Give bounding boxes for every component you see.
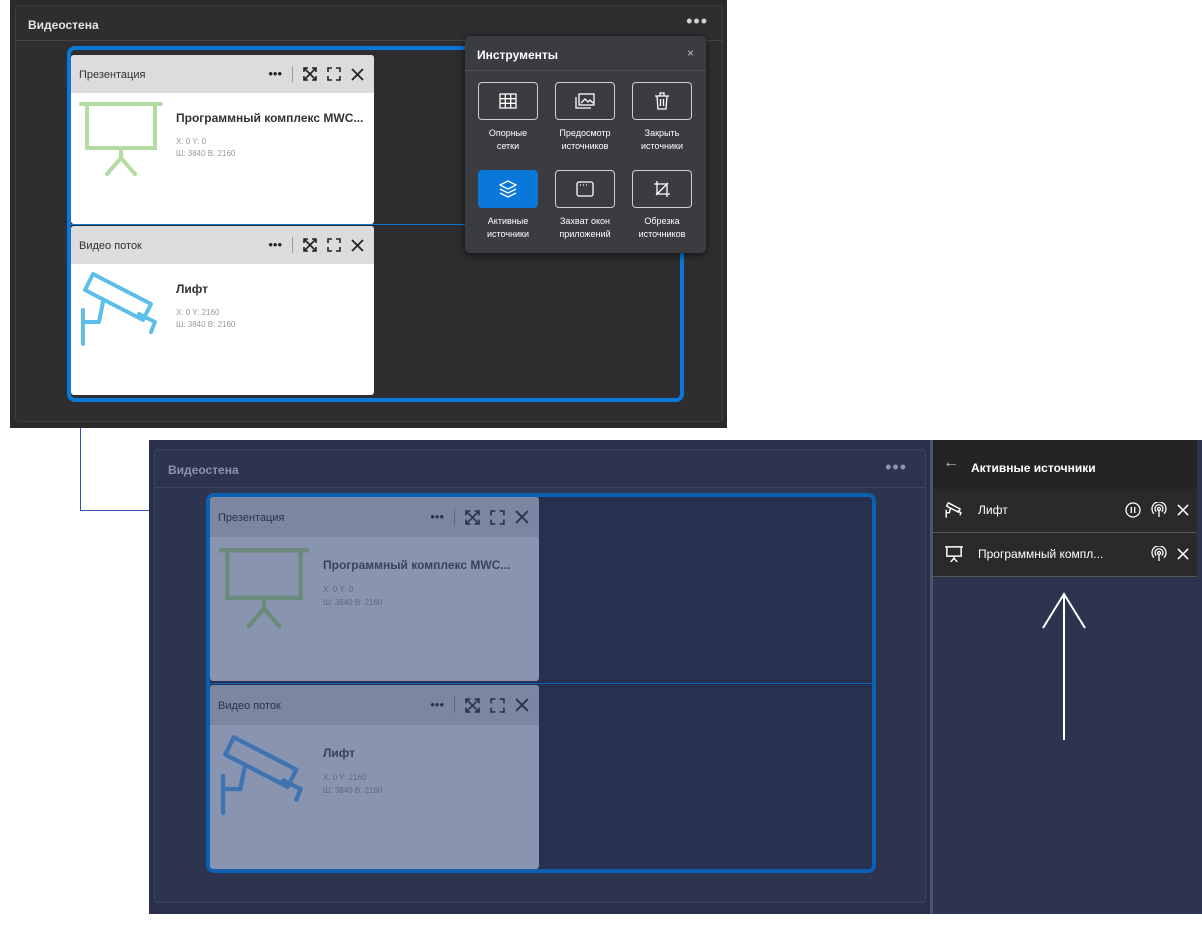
- divider: [454, 509, 455, 525]
- videowall-canvas[interactable]: Презентация ••• Программный комплекс MWC…: [206, 493, 876, 873]
- tool-label: Захват окон приложений: [559, 216, 611, 239]
- pause-icon[interactable]: [1125, 502, 1141, 518]
- layers-icon[interactable]: [478, 170, 538, 208]
- card-header[interactable]: Презентация •••: [71, 55, 374, 93]
- card-title: Программный комплекс MWC...: [323, 558, 511, 572]
- card-menu-button[interactable]: •••: [430, 698, 444, 711]
- tool-label: Предосмотр источников: [559, 128, 611, 151]
- card-position: X: 0 Y: 2160: [323, 773, 367, 782]
- source-card-video-stream[interactable]: Видео поток ••• Лифт X: 0 Y: 2160 Ш: 384…: [71, 226, 374, 395]
- tool-label: Активные источники: [486, 216, 529, 239]
- tools-popup: Инструменты × Опорные сетки Предосмотр и…: [465, 36, 706, 253]
- divider: [454, 697, 455, 713]
- close-icon[interactable]: [515, 698, 529, 712]
- active-sources-title: Активные источники: [971, 461, 1096, 475]
- card-title: Программный комплекс MWC...: [176, 111, 364, 125]
- card-menu-button[interactable]: •••: [268, 67, 282, 80]
- card-position: X: 0 Y: 0: [323, 585, 354, 594]
- card-size: Ш: 3840 В: 2160: [176, 320, 236, 329]
- card-header[interactable]: Видео поток •••: [210, 685, 539, 725]
- fullscreen-icon[interactable]: [490, 509, 505, 525]
- grid-line: [210, 683, 872, 684]
- videowall-menu-button[interactable]: •••: [885, 458, 907, 476]
- active-sources-header: ← Активные источники: [933, 440, 1197, 489]
- source-card-video-stream[interactable]: Видео поток ••• Лифт X: 0 Y: 2160 Ш: 384…: [210, 685, 539, 869]
- close-icon[interactable]: [351, 67, 364, 81]
- cctv-camera-icon: [945, 502, 963, 518]
- tool-label: Обрезка источников: [638, 216, 686, 239]
- card-header[interactable]: Презентация •••: [210, 497, 539, 537]
- videowall-title: Видеостена: [28, 18, 99, 32]
- close-icon[interactable]: [1177, 504, 1189, 516]
- broadcast-icon[interactable]: [1151, 502, 1167, 518]
- card-size: Ш: 3840 В: 2160: [176, 149, 236, 158]
- divider: [155, 487, 925, 488]
- divider: [292, 237, 293, 253]
- tool-label: Закрыть источники: [640, 128, 683, 151]
- close-icon[interactable]: [515, 510, 529, 524]
- card-header-label: Видео поток: [218, 700, 281, 712]
- card-header-label: Презентация: [218, 512, 285, 524]
- tool-grid[interactable]: Опорные сетки: [478, 82, 538, 153]
- active-source-item[interactable]: Лифт: [933, 489, 1197, 533]
- trash-icon[interactable]: [632, 82, 692, 120]
- videowall-title: Видеостена: [168, 463, 239, 477]
- cctv-camera-icon: [218, 733, 310, 817]
- card-header-label: Видео поток: [79, 240, 142, 252]
- tools-close-button[interactable]: ×: [687, 46, 694, 60]
- card-position: X: 0 Y: 0: [176, 137, 207, 146]
- divider: [292, 66, 293, 82]
- broadcast-icon[interactable]: [1151, 546, 1167, 562]
- fullscreen-icon[interactable]: [490, 697, 505, 713]
- tool-label: Опорные сетки: [488, 128, 528, 151]
- source-card-presentation[interactable]: Презентация ••• Программный комплекс MWC…: [210, 497, 539, 681]
- back-arrow-icon[interactable]: ←: [943, 454, 959, 472]
- tool-crop[interactable]: Обрезка источников: [632, 170, 692, 241]
- tool-preview[interactable]: Предосмотр источников: [555, 82, 615, 153]
- grid-icon[interactable]: [478, 82, 538, 120]
- tool-close-sources[interactable]: Закрыть источники: [632, 82, 692, 153]
- card-header[interactable]: Видео поток •••: [71, 226, 374, 264]
- top-screenshot: Видеостена ••• Презентация ••• Программн…: [10, 0, 727, 428]
- close-icon[interactable]: [1177, 548, 1189, 560]
- card-header-label: Презентация: [79, 69, 146, 81]
- card-size: Ш: 3840 В: 2160: [323, 598, 383, 607]
- divider: [465, 70, 706, 71]
- presentation-icon: [79, 100, 163, 176]
- expand-icon[interactable]: [303, 238, 317, 252]
- card-title: Лифт: [323, 746, 356, 760]
- active-source-name: Лифт: [978, 503, 1008, 517]
- gallery-icon[interactable]: [555, 82, 615, 120]
- active-source-name: Программный компл...: [978, 547, 1104, 561]
- tool-window-capture[interactable]: Захват окон приложений: [555, 170, 615, 241]
- close-icon[interactable]: [351, 238, 364, 252]
- videowall-panel: Видеостена ••• Презентация ••• Программн…: [154, 449, 926, 903]
- card-menu-button[interactable]: •••: [430, 510, 444, 523]
- card-position: X: 0 Y: 2160: [176, 308, 220, 317]
- active-source-item[interactable]: Программный компл...: [933, 533, 1197, 577]
- expand-icon[interactable]: [465, 509, 480, 525]
- tools-title: Инструменты: [477, 48, 559, 62]
- tool-active-sources[interactable]: Активные источники: [478, 170, 538, 241]
- expand-icon[interactable]: [303, 67, 317, 81]
- source-card-presentation[interactable]: Презентация ••• Программный комплекс MWC…: [71, 55, 374, 224]
- annotation-arrow-icon: [1040, 590, 1090, 742]
- card-size: Ш: 3840 В: 2160: [323, 786, 383, 795]
- crop-icon[interactable]: [632, 170, 692, 208]
- cctv-camera-icon: [79, 270, 163, 348]
- connector-line: [80, 510, 150, 511]
- window-icon[interactable]: [555, 170, 615, 208]
- expand-icon[interactable]: [465, 697, 480, 713]
- connector-line: [80, 428, 81, 510]
- card-title: Лифт: [176, 282, 209, 296]
- fullscreen-icon[interactable]: [327, 238, 341, 252]
- presentation-icon: [945, 546, 963, 562]
- videowall-menu-button[interactable]: •••: [686, 12, 708, 30]
- presentation-icon: [218, 546, 310, 628]
- fullscreen-icon[interactable]: [327, 67, 341, 81]
- card-menu-button[interactable]: •••: [268, 238, 282, 251]
